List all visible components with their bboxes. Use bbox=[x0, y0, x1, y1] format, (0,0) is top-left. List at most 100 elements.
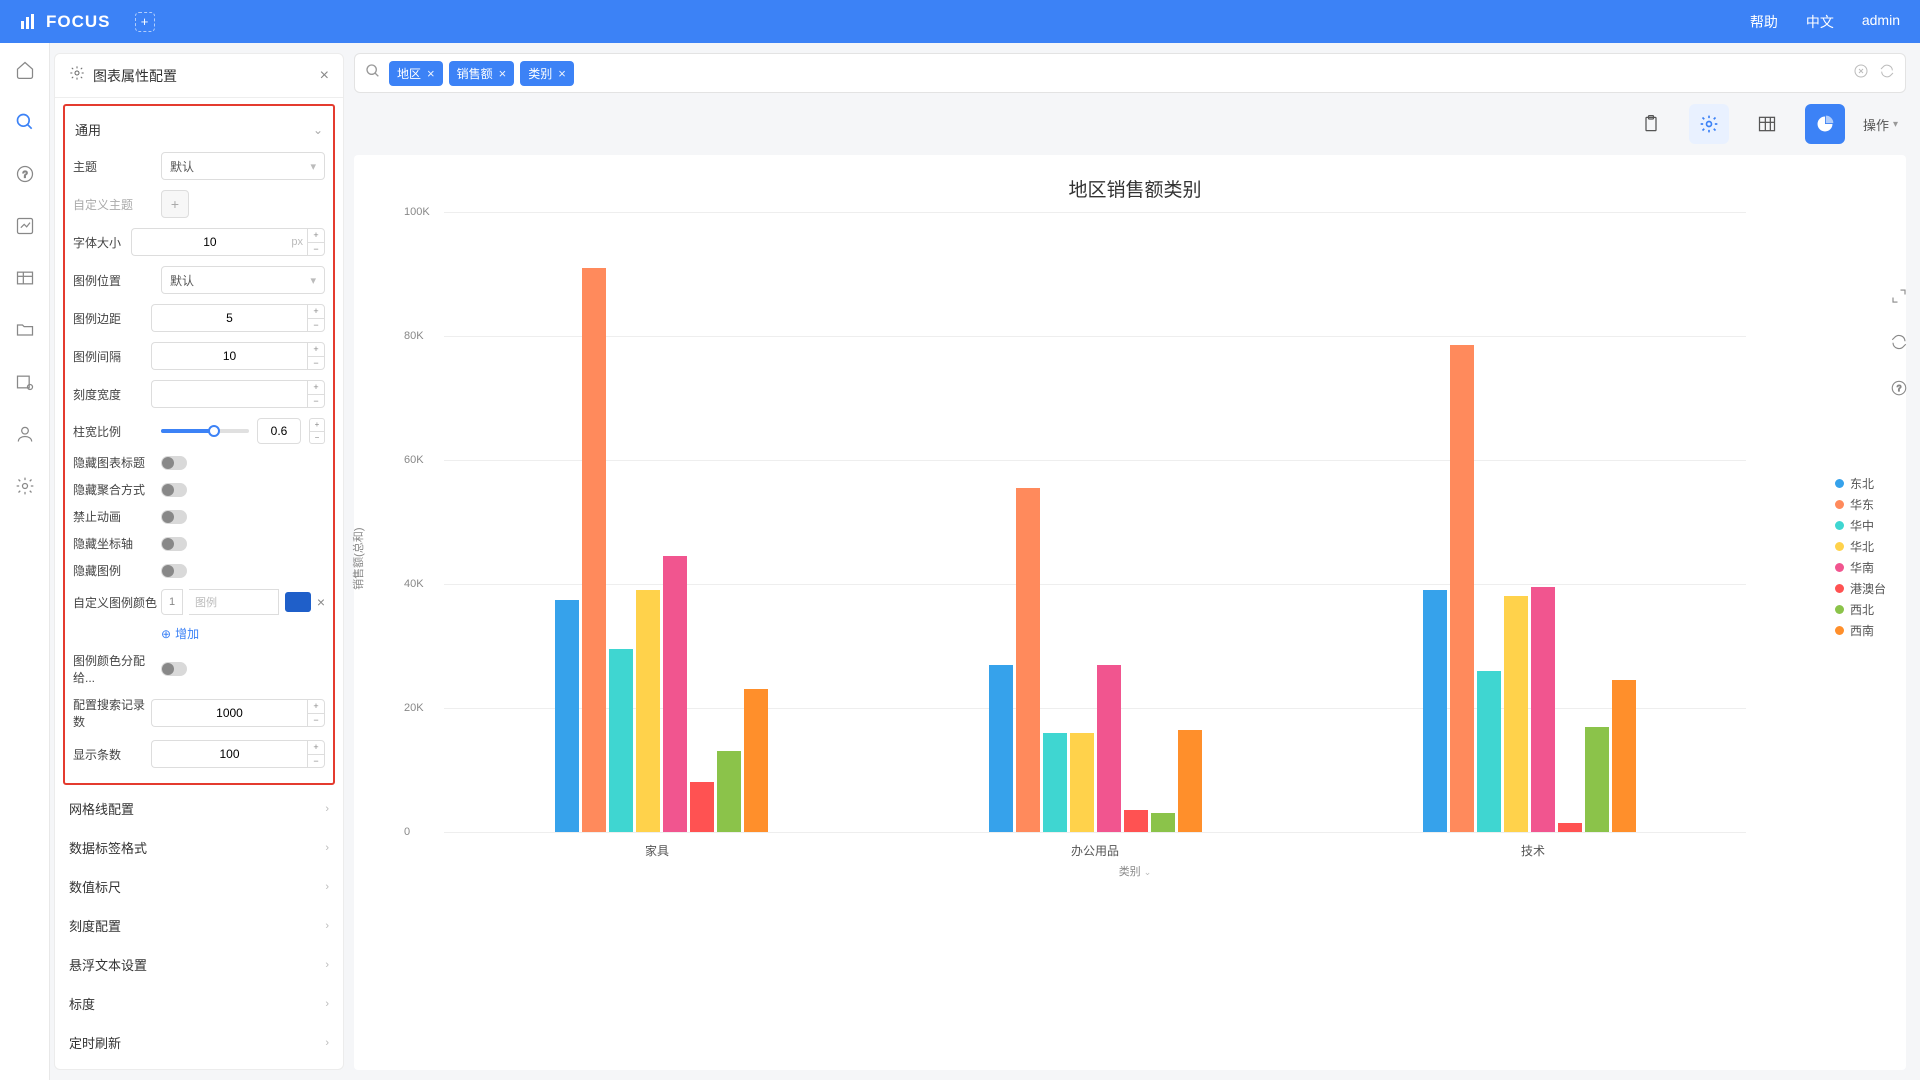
legend-name-input[interactable]: 图例 bbox=[189, 589, 279, 615]
add-theme-button[interactable]: + bbox=[161, 190, 189, 218]
nav-user-icon[interactable] bbox=[14, 423, 36, 445]
remove-legend-color[interactable]: × bbox=[317, 594, 325, 610]
nav-config-icon[interactable] bbox=[14, 371, 36, 393]
search-tag[interactable]: 销售额× bbox=[449, 61, 515, 86]
display-count-input[interactable] bbox=[151, 740, 307, 768]
user-link[interactable]: admin bbox=[1862, 12, 1900, 32]
legend-gap-input[interactable] bbox=[151, 342, 307, 370]
count-stepper[interactable]: +− bbox=[307, 740, 325, 768]
bar[interactable] bbox=[1178, 730, 1202, 832]
bar[interactable] bbox=[1477, 671, 1501, 832]
collapsed-section[interactable]: 网格线配置› bbox=[63, 789, 335, 828]
search-limit-input[interactable] bbox=[151, 699, 307, 727]
legend-item[interactable]: 华东 bbox=[1835, 496, 1886, 513]
clipboard-icon[interactable] bbox=[1631, 104, 1671, 144]
remove-tag-icon[interactable]: × bbox=[499, 66, 507, 81]
bar[interactable] bbox=[1612, 680, 1636, 832]
nav-search-icon[interactable] bbox=[14, 111, 36, 133]
gap-stepper[interactable]: +− bbox=[307, 342, 325, 370]
legend-item[interactable]: 华中 bbox=[1835, 517, 1886, 534]
expand-icon[interactable] bbox=[1888, 285, 1910, 307]
legend-item[interactable]: 西北 bbox=[1835, 601, 1886, 618]
legend-item[interactable]: 东北 bbox=[1835, 475, 1886, 492]
info-icon[interactable]: ? bbox=[1888, 377, 1910, 399]
remove-tag-icon[interactable]: × bbox=[558, 66, 566, 81]
section-general[interactable]: 通用 ⌄ bbox=[71, 112, 327, 147]
clear-search-icon[interactable] bbox=[1853, 63, 1869, 84]
tick-stepper[interactable]: +− bbox=[307, 380, 325, 408]
search-bar[interactable]: 地区×销售额×类别× bbox=[354, 53, 1906, 93]
bar[interactable] bbox=[1558, 823, 1582, 832]
nav-help-icon[interactable]: ? bbox=[14, 163, 36, 185]
bar[interactable] bbox=[555, 600, 579, 833]
legend-item[interactable]: 华北 bbox=[1835, 538, 1886, 555]
bar-ratio-input[interactable] bbox=[257, 418, 301, 444]
ratio-stepper[interactable]: +− bbox=[309, 418, 325, 444]
nav-table-icon[interactable] bbox=[14, 267, 36, 289]
bar[interactable] bbox=[1450, 345, 1474, 832]
theme-select[interactable]: 默认▾ bbox=[161, 152, 325, 180]
legend-item[interactable]: 港澳台 bbox=[1835, 580, 1886, 597]
collapsed-section[interactable]: 悬浮文本设置› bbox=[63, 945, 335, 984]
nav-folder-icon[interactable] bbox=[14, 319, 36, 341]
legend-pos-select[interactable]: 默认▾ bbox=[161, 266, 325, 294]
bar[interactable] bbox=[717, 751, 741, 832]
bar[interactable] bbox=[1097, 665, 1121, 832]
remove-tag-icon[interactable]: × bbox=[427, 66, 435, 81]
refresh-icon[interactable] bbox=[1879, 63, 1895, 84]
bar[interactable] bbox=[989, 665, 1013, 832]
bar[interactable] bbox=[1504, 596, 1528, 832]
hide-axis-toggle[interactable] bbox=[161, 537, 187, 551]
lang-link[interactable]: 中文 bbox=[1806, 12, 1834, 32]
bar[interactable] bbox=[744, 689, 768, 832]
hide-legend-toggle[interactable] bbox=[161, 564, 187, 578]
legend-item[interactable]: 西南 bbox=[1835, 622, 1886, 639]
bar[interactable] bbox=[1016, 488, 1040, 832]
hide-agg-toggle[interactable] bbox=[161, 483, 187, 497]
collapsed-section[interactable]: 定时刷新› bbox=[63, 1023, 335, 1062]
add-tab-button[interactable]: + bbox=[135, 12, 155, 32]
limit-stepper[interactable]: +− bbox=[307, 699, 325, 727]
help-link[interactable]: 帮助 bbox=[1750, 12, 1778, 32]
reload-icon[interactable] bbox=[1888, 331, 1910, 353]
bar[interactable] bbox=[609, 649, 633, 832]
search-tag[interactable]: 地区× bbox=[389, 61, 443, 86]
bar[interactable] bbox=[582, 268, 606, 832]
bar[interactable] bbox=[1423, 590, 1447, 832]
no-anim-toggle[interactable] bbox=[161, 510, 187, 524]
legend-item[interactable]: 华南 bbox=[1835, 559, 1886, 576]
bar[interactable] bbox=[1043, 733, 1067, 832]
tick-width-input[interactable] bbox=[151, 380, 307, 408]
brand-text: FOCUS bbox=[46, 12, 111, 32]
bar[interactable] bbox=[663, 556, 687, 832]
settings-icon[interactable] bbox=[1689, 104, 1729, 144]
hide-title-toggle[interactable] bbox=[161, 456, 187, 470]
bar[interactable] bbox=[1585, 727, 1609, 832]
bar[interactable] bbox=[1531, 587, 1555, 832]
bar[interactable] bbox=[690, 782, 714, 832]
collapsed-section[interactable]: 标度› bbox=[63, 984, 335, 1023]
bar[interactable] bbox=[636, 590, 660, 832]
collapsed-section[interactable]: 数值标尺› bbox=[63, 867, 335, 906]
margin-stepper[interactable]: +− bbox=[307, 304, 325, 332]
panel-close-button[interactable]: × bbox=[320, 67, 329, 85]
bar[interactable] bbox=[1124, 810, 1148, 832]
legend-color-swatch[interactable] bbox=[285, 592, 311, 612]
collapsed-section[interactable]: 刻度配置› bbox=[63, 906, 335, 945]
chart-view-icon[interactable] bbox=[1805, 104, 1845, 144]
add-legend-color[interactable]: ⊕增加 bbox=[73, 625, 199, 642]
font-size-stepper[interactable]: +− bbox=[307, 228, 325, 256]
search-tag[interactable]: 类别× bbox=[520, 61, 574, 86]
nav-settings-icon[interactable] bbox=[14, 475, 36, 497]
bar-ratio-slider[interactable] bbox=[161, 429, 249, 433]
collapsed-section[interactable]: 数据标签格式› bbox=[63, 828, 335, 867]
color-assign-toggle[interactable] bbox=[161, 662, 187, 676]
table-view-icon[interactable] bbox=[1747, 104, 1787, 144]
bar[interactable] bbox=[1070, 733, 1094, 832]
bar[interactable] bbox=[1151, 813, 1175, 832]
legend-margin-input[interactable] bbox=[151, 304, 307, 332]
nav-chart-icon[interactable] bbox=[14, 215, 36, 237]
nav-home-icon[interactable] bbox=[14, 59, 36, 81]
operate-menu[interactable]: 操作▾ bbox=[1863, 115, 1898, 134]
font-size-input[interactable] bbox=[131, 228, 287, 256]
